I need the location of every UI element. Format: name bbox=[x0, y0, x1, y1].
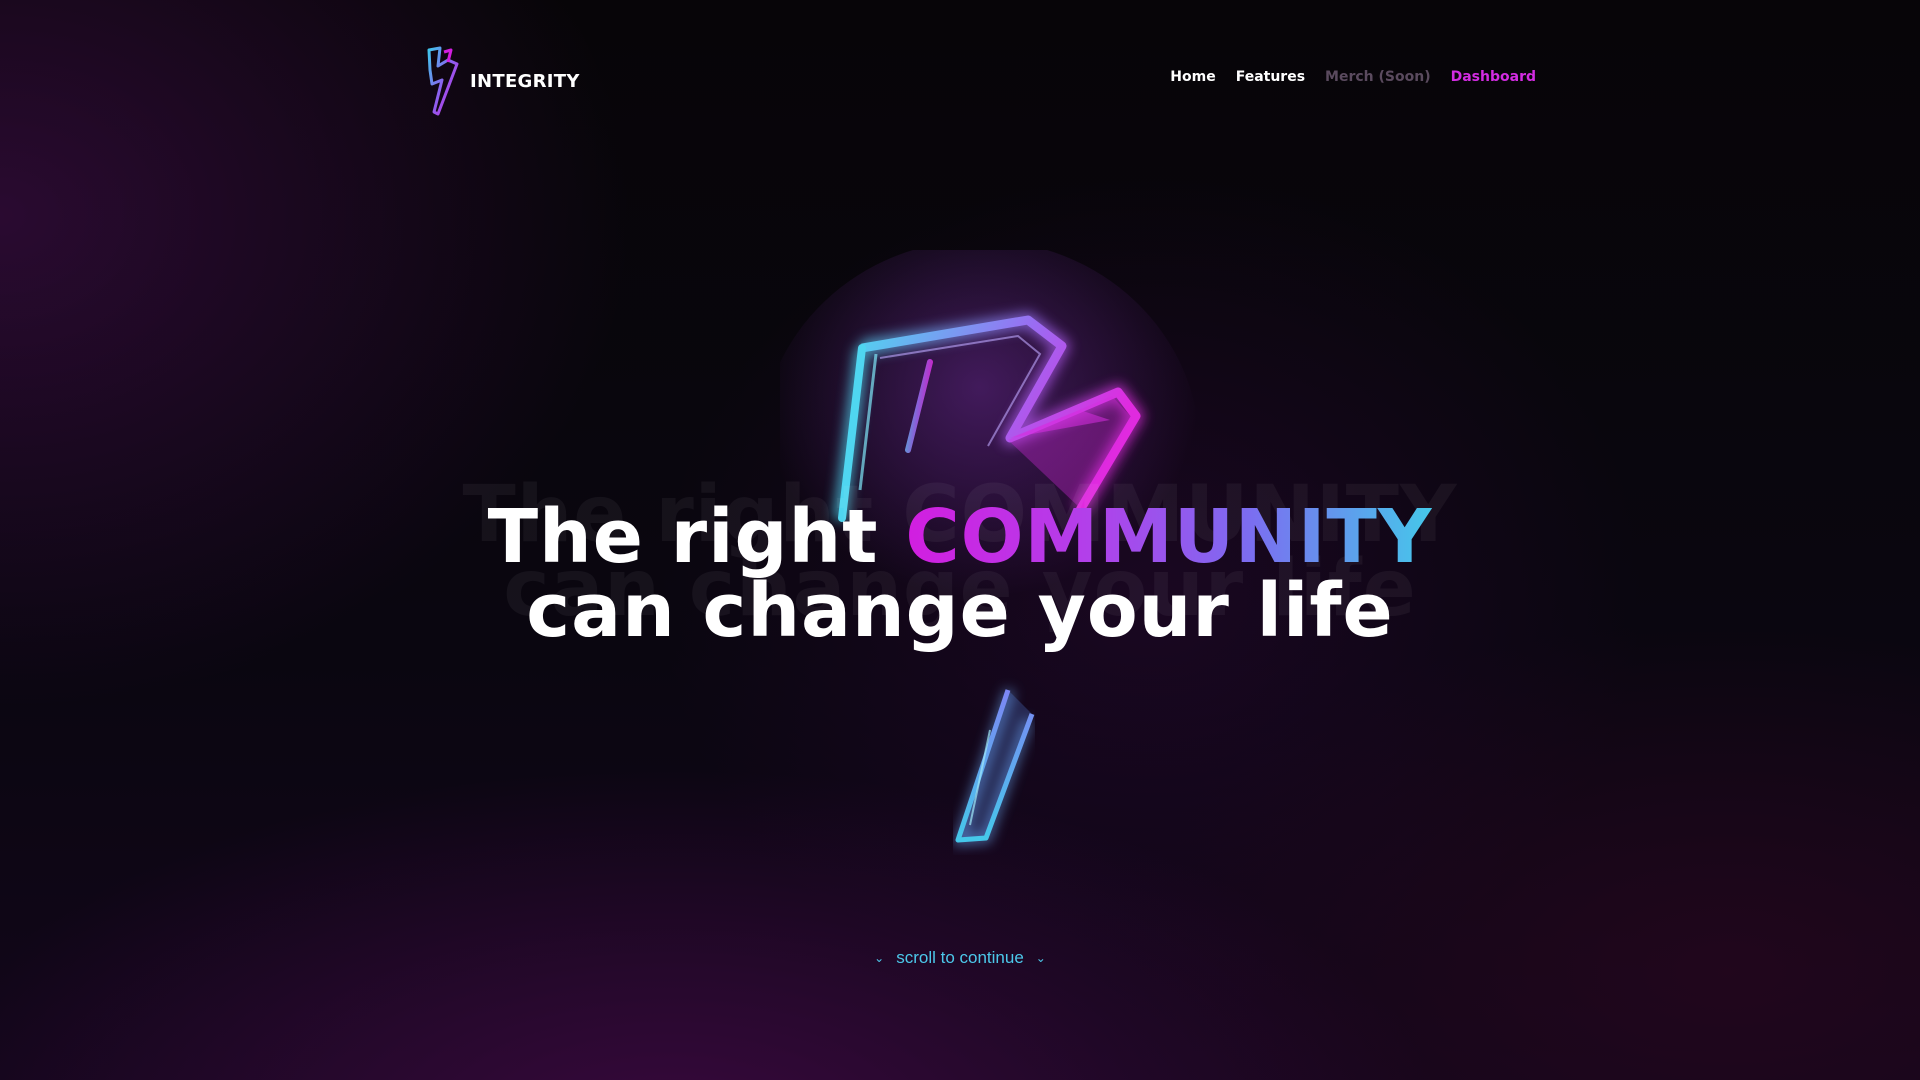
nav-dashboard[interactable]: Dashboard bbox=[1451, 69, 1536, 85]
nav-features[interactable]: Features bbox=[1236, 69, 1305, 85]
chevron-double-down-icon: ⌄ bbox=[1035, 951, 1046, 965]
headline-line-2: can change your life bbox=[526, 568, 1394, 654]
main-nav: Home Features Merch (Soon) Dashboard bbox=[1170, 69, 1536, 85]
nav-home[interactable]: Home bbox=[1170, 69, 1215, 85]
nav-merch: Merch (Soon) bbox=[1325, 69, 1431, 85]
headline-line-1: The right COMMUNITY bbox=[0, 500, 1920, 574]
lightning-bolt-icon bbox=[427, 46, 459, 116]
scroll-cue[interactable]: ⌄ scroll to continue ⌄ bbox=[0, 948, 1920, 968]
scroll-cue-label: scroll to continue bbox=[896, 948, 1024, 967]
landing-page: INTEGRITY Home Features Merch (Soon) Das… bbox=[0, 0, 1920, 1080]
brand-home-link[interactable]: INTEGRITY bbox=[424, 42, 580, 120]
site-header: INTEGRITY Home Features Merch (Soon) Das… bbox=[424, 42, 1536, 120]
hero-headline: The right COMMUNITY can change your life bbox=[0, 500, 1920, 648]
brand-name: INTEGRITY bbox=[470, 70, 580, 92]
hero-headline-wrap: The right COMMUNITY can change your life… bbox=[0, 476, 1920, 648]
chevron-double-down-icon: ⌄ bbox=[874, 951, 885, 965]
